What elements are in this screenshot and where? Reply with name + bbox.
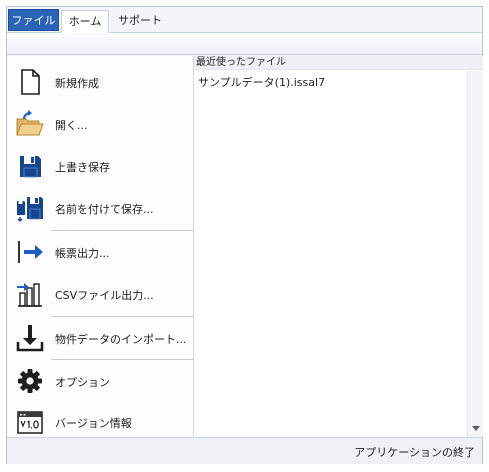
menu-item-label: オプション <box>55 376 110 389</box>
save-as-icon <box>17 197 43 222</box>
menu-item-label: 帳票出力... <box>55 247 110 260</box>
new-document-icon <box>21 69 40 95</box>
menu-item-label: バージョン情報 <box>55 417 132 430</box>
chevron-down-icon <box>472 426 480 431</box>
menu-item-csv-output[interactable]: CSVファイル出力... <box>8 274 194 314</box>
menu-separator <box>51 359 193 360</box>
menu-item-open[interactable]: 開く... <box>8 104 194 144</box>
open-folder-icon <box>16 110 44 136</box>
menu-separator <box>51 316 193 317</box>
menu-item-label: 開く... <box>55 119 88 132</box>
menu-item-new[interactable]: 新規作成 <box>8 62 194 102</box>
tab-home[interactable]: ホーム <box>61 10 109 33</box>
file-menu: 新規作成 開く... 上書き保存 名前を付けて保存... 帳票出力... CSV… <box>8 56 194 437</box>
menu-item-save[interactable]: 上書き保存 <box>8 146 194 186</box>
version-info-icon <box>17 411 43 434</box>
tab-support[interactable]: サポート <box>113 10 167 33</box>
menu-item-import-property-data[interactable]: 物件データのインポート... <box>8 318 194 358</box>
menu-item-report-output[interactable]: 帳票出力... <box>8 232 194 272</box>
export-arrow-icon <box>18 241 43 263</box>
menu-item-label: CSVファイル出力... <box>55 289 154 302</box>
gear-icon <box>18 369 42 393</box>
tab-file[interactable]: ファイル <box>8 9 59 31</box>
ribbon-strip <box>7 33 482 55</box>
menu-item-label: 新規作成 <box>55 77 99 90</box>
menu-footer: アプリケーションの終了 <box>7 437 482 464</box>
menu-item-save-as[interactable]: 名前を付けて保存... <box>8 188 194 228</box>
scroll-down-button[interactable] <box>468 421 484 437</box>
background-area <box>0 465 489 472</box>
menu-item-options[interactable]: オプション <box>8 361 194 401</box>
menu-item-label: 名前を付けて保存... <box>55 203 154 216</box>
recent-file-item[interactable]: サンプルデータ(1).issal7 <box>198 75 325 91</box>
ribbon-tab-bar: ファイル ホーム サポート <box>7 7 482 33</box>
recent-files-header: 最近使ったファイル <box>194 56 483 70</box>
recent-files-scrollbar[interactable] <box>467 71 483 437</box>
menu-separator <box>51 230 193 231</box>
recent-files-list: サンプルデータ(1).issal7 <box>194 71 466 437</box>
menu-item-label: 上書き保存 <box>55 161 110 174</box>
recent-files-panel: 最近使ったファイル サンプルデータ(1).issal7 <box>194 56 483 437</box>
menu-item-label: 物件データのインポート... <box>55 333 187 346</box>
exit-application-button[interactable]: アプリケーションの終了 <box>354 444 475 460</box>
save-icon <box>20 156 41 178</box>
application-window: ファイル ホーム サポート 新規作成 開く... 上書き保存 名前を付けて保存.… <box>6 6 483 464</box>
menu-item-version-info[interactable]: バージョン情報 <box>8 402 194 442</box>
import-download-icon <box>16 325 44 352</box>
csv-export-icon <box>17 283 42 307</box>
